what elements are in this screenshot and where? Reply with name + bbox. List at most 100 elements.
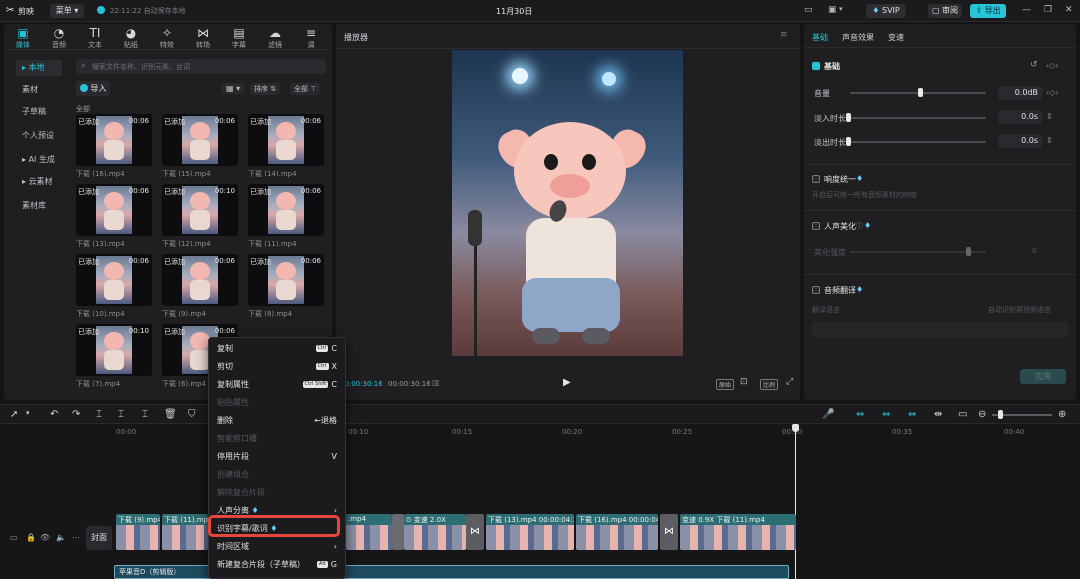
tab-audio[interactable]: ◔ 音频 xyxy=(42,26,76,50)
filter-button[interactable]: 全部 ⊤ xyxy=(290,83,321,95)
tab-basic[interactable]: 基础 xyxy=(812,32,828,43)
tab-sound-effects[interactable]: 声音效果 xyxy=(842,32,874,43)
select-tool-icon[interactable]: ➚ xyxy=(10,409,18,420)
tab-text[interactable]: TI 文本 xyxy=(78,26,112,50)
keyframe-nav-icon[interactable]: ‹◇› xyxy=(1046,61,1059,70)
loudness-checkbox[interactable] xyxy=(812,175,820,183)
split-icon[interactable]: ⌶ xyxy=(96,409,102,420)
select-tool-menu-icon[interactable]: ▾ xyxy=(26,409,30,417)
minimize-icon[interactable]: — xyxy=(1022,5,1031,15)
media-thumbnail[interactable]: 已添加 00:10 xyxy=(162,184,238,236)
volume-slider-knob[interactable] xyxy=(918,88,923,97)
timeline-view-icon[interactable]: ▥ xyxy=(432,378,440,387)
caption-icon[interactable]: ▭ xyxy=(958,409,967,420)
undo-icon[interactable]: ↶ xyxy=(50,409,58,420)
fade-out-stepper-icon[interactable]: ⇕ xyxy=(1046,136,1053,145)
sidebar-item-local[interactable]: ▸ 本地 xyxy=(16,60,62,76)
media-thumbnail[interactable]: 已添加 00:10 xyxy=(76,324,152,376)
sidebar-item-library[interactable]: 素材库 xyxy=(16,198,62,214)
zoom-in-icon[interactable]: ⊕ xyxy=(1058,409,1066,420)
playhead[interactable] xyxy=(795,424,796,579)
crop-icon[interactable]: ⊡ xyxy=(740,377,748,387)
sidebar-item-sub-draft[interactable]: 子草稿 xyxy=(16,104,62,120)
original-button[interactable]: 原始 xyxy=(716,379,735,390)
media-thumbnail[interactable]: 已添加 00:06 xyxy=(76,184,152,236)
sidebar-item-ai-generate[interactable]: ▸ AI 生成 xyxy=(16,152,62,168)
sidebar-item-cloud[interactable]: ▸ 云素材 xyxy=(16,174,62,190)
video-clip[interactable]: .mp4 xyxy=(346,514,392,550)
menu-item-cut[interactable]: 剪切 Ctrl X xyxy=(209,358,345,376)
menu-item-new-compound-clip[interactable]: 新建复合片段（子草稿） Alt G xyxy=(209,556,345,574)
media-thumbnail[interactable]: 已添加 00:06 xyxy=(162,254,238,306)
redo-icon[interactable]: ↷ xyxy=(72,409,80,420)
fade-out-slider-knob[interactable] xyxy=(846,137,851,146)
track-video-icon[interactable]: ▭ xyxy=(10,533,18,542)
video-clip[interactable]: 下载 (13).mp4 00:00:04:11 xyxy=(486,514,574,550)
search-input[interactable]: 搜索文件名称、识别元素、台词 xyxy=(92,62,190,72)
mic-icon[interactable]: 🎤 xyxy=(822,409,834,420)
media-thumbnail[interactable]: 已添加 00:06 xyxy=(248,114,324,166)
track-audio-icon[interactable]: 🔈 xyxy=(56,533,66,542)
media-thumbnail[interactable]: 已添加 00:06 xyxy=(162,114,238,166)
video-clip[interactable]: 下载 (11).mp4 xyxy=(162,514,208,550)
reset-icon[interactable]: ↺ xyxy=(1030,60,1038,70)
sort-button[interactable]: 排序 ⇅ xyxy=(250,83,281,95)
link-snap-icon[interactable]: ⇔ xyxy=(882,409,890,420)
menu-item-copy-attributes[interactable]: 复制属性 Ctrl Shift C xyxy=(209,376,345,394)
tab-speed[interactable]: 变速 xyxy=(888,32,904,43)
fade-in-stepper-icon[interactable]: ⇕ xyxy=(1046,112,1053,121)
transition-icon[interactable]: ⋈ xyxy=(660,514,678,550)
cover-button[interactable]: 封面 xyxy=(86,526,112,550)
sidebar-item-material[interactable]: 素材 xyxy=(16,82,62,98)
basic-checkbox[interactable] xyxy=(812,62,820,70)
zoom-slider-knob[interactable] xyxy=(998,410,1003,419)
tab-media[interactable]: ▣ 媒体 xyxy=(6,26,40,50)
voice-beauty-checkbox[interactable] xyxy=(812,222,820,230)
project-title[interactable]: 11月30日 xyxy=(496,6,532,17)
maximize-icon[interactable]: ❐ xyxy=(1044,5,1052,15)
tab-transition[interactable]: ⋈ 转场 xyxy=(186,26,220,50)
fullscreen-icon[interactable]: ⤢ xyxy=(786,377,793,387)
tab-sticker[interactable]: ◕ 贴纸 xyxy=(114,26,148,50)
audio-translate-checkbox[interactable] xyxy=(812,286,820,294)
transition-icon[interactable] xyxy=(392,514,404,550)
media-thumbnail[interactable]: 已添加 00:06 xyxy=(248,184,324,236)
svip-button[interactable]: ♦ SVIP xyxy=(866,4,906,18)
track-visible-icon[interactable]: 👁 xyxy=(40,533,50,542)
track-more-icon[interactable]: ⋯ xyxy=(72,533,80,542)
search-bar[interactable]: ⌕ 搜索文件名称、识别元素、台词 xyxy=(76,59,326,74)
tab-adjust[interactable]: ≡ 调 xyxy=(294,26,328,50)
fade-in-value[interactable]: 0.0s xyxy=(998,110,1042,124)
split-right-icon[interactable]: ⌶ xyxy=(142,409,148,420)
fade-out-value[interactable]: 0.0s xyxy=(998,134,1042,148)
fade-out-slider-track[interactable] xyxy=(850,141,986,143)
play-button[interactable]: ▶ xyxy=(563,377,571,388)
link-audio-icon[interactable]: ⇔ xyxy=(908,409,916,420)
media-thumbnail[interactable]: 已添加 00:06 xyxy=(76,254,152,306)
voice-beauty-info-icon[interactable]: ⓘ xyxy=(856,221,863,231)
delete-icon[interactable]: 🗑 xyxy=(164,409,177,420)
menu-item-copy[interactable]: 复制 Ctrl C xyxy=(209,340,345,358)
media-thumbnail[interactable]: 已添加 00:06 xyxy=(248,254,324,306)
video-clip[interactable]: 变速 0.9X 下载 (11).mp4 xyxy=(680,514,796,550)
video-clip[interactable]: 下载 (16).mp4 00:00:04:10 xyxy=(576,514,658,550)
close-icon[interactable]: ✕ xyxy=(1065,5,1073,15)
view-toggle-icon[interactable]: ▦ ▾ xyxy=(222,83,245,94)
track-lock-icon[interactable]: 🔒 xyxy=(26,533,36,542)
volume-keyframe-icon[interactable]: ‹◇› xyxy=(1046,88,1059,97)
video-clip[interactable]: ⏲ 变速 2.0X xyxy=(404,514,466,550)
split-preview-icon[interactable]: ⇹ xyxy=(934,409,942,420)
review-button[interactable]: ▢ 审阅 xyxy=(928,4,962,18)
menu-item-delete[interactable]: 删除 ←退格 xyxy=(209,412,345,430)
monitor-menu-icon[interactable]: ▾ xyxy=(839,5,843,13)
zoom-out-icon[interactable]: ⊖ xyxy=(978,409,986,420)
volume-value[interactable]: 0.0dB xyxy=(998,86,1042,100)
menu-button[interactable]: 菜单 ▾ xyxy=(50,4,84,18)
ratio-button[interactable]: 比例 xyxy=(760,379,779,390)
split-left-icon[interactable]: ⌶ xyxy=(118,409,124,420)
player-menu-icon[interactable]: ≡ xyxy=(780,30,788,40)
tab-effects[interactable]: ✧ 特效 xyxy=(150,26,184,50)
shield-icon[interactable]: ⛉ xyxy=(188,409,196,420)
transition-icon[interactable]: ⋈ xyxy=(466,514,484,550)
tab-subtitle[interactable]: ▤ 字幕 xyxy=(222,26,256,50)
